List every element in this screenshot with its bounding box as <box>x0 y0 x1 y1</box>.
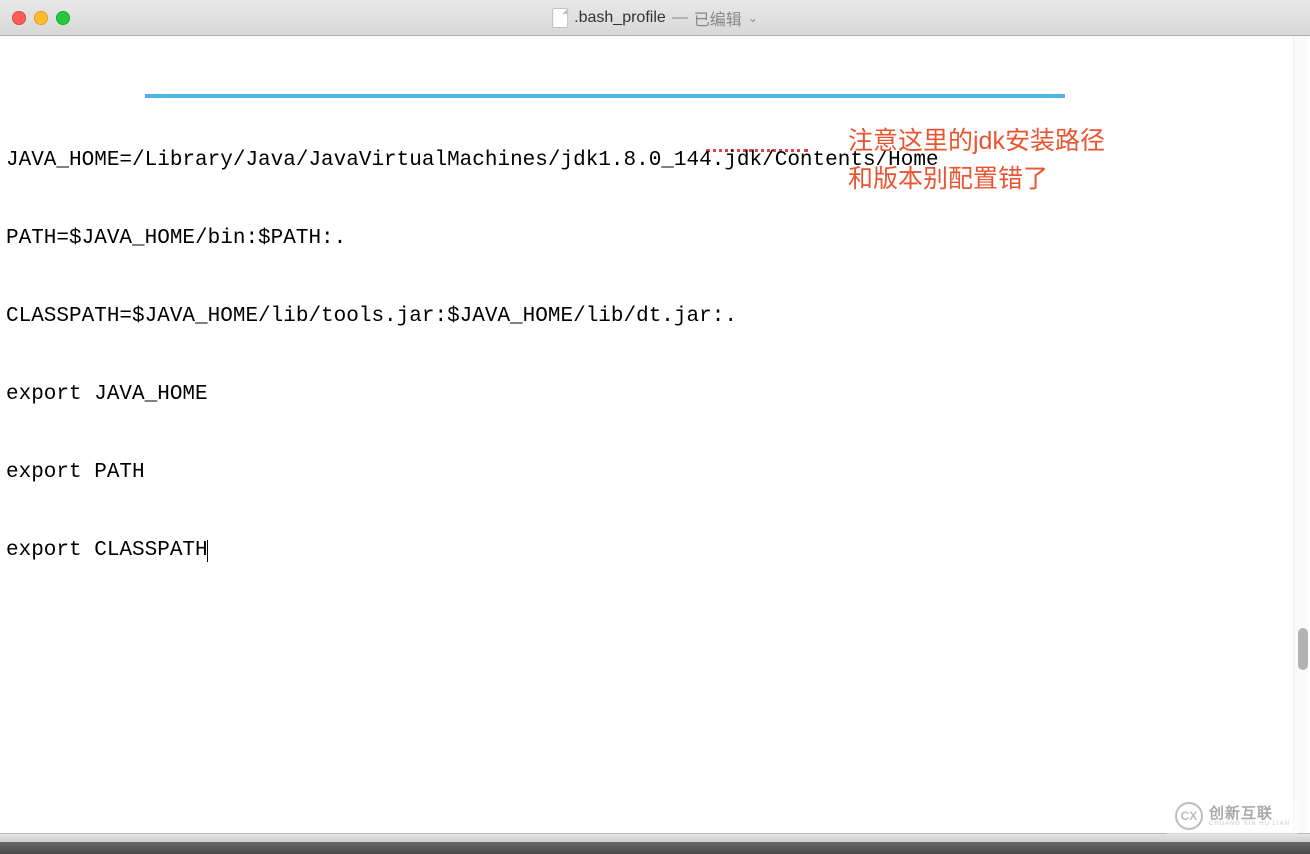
watermark-main: 创新互联 <box>1209 806 1290 821</box>
close-button[interactable] <box>12 11 26 25</box>
highlight-underline <box>145 94 1065 98</box>
file-icon <box>552 8 568 28</box>
window-titlebar: .bash_profile — 已编辑 ⌄ <box>0 0 1310 36</box>
code-line-3: CLASSPATH=$JAVA_HOME/lib/tools.jar:$JAVA… <box>6 304 1304 330</box>
zoom-button[interactable] <box>56 11 70 25</box>
annotation-line-2: 和版本别配置错了 <box>848 160 1105 198</box>
code-line-2: PATH=$JAVA_HOME/bin:$PATH:. <box>6 226 1304 252</box>
annotation-line-1: 注意这里的jdk安装路径 <box>848 122 1105 160</box>
bottom-status-bar <box>0 840 1310 854</box>
window-status: 已编辑 <box>694 6 742 30</box>
code-line-6-text: export CLASSPATH <box>6 539 208 562</box>
title-separator: — <box>672 9 688 27</box>
code-line-5: export PATH <box>6 460 1304 486</box>
scrollbar-thumb[interactable] <box>1298 628 1308 670</box>
annotation-callout: 注意这里的jdk安装路径 和版本别配置错了 <box>848 122 1105 198</box>
traffic-lights <box>0 11 70 25</box>
watermark-logo: CX 创新互联 CHUANG XIN HU LIAN <box>1167 798 1298 834</box>
chevron-down-icon[interactable]: ⌄ <box>748 11 758 25</box>
code-line-6: export CLASSPATH <box>6 538 1304 564</box>
scrollbar-track[interactable] <box>1293 36 1308 840</box>
window-filename: .bash_profile <box>574 9 666 27</box>
text-editor[interactable]: JAVA_HOME=/Library/Java/JavaVirtualMachi… <box>0 36 1310 840</box>
code-line-4: export JAVA_HOME <box>6 382 1304 408</box>
watermark-sub: CHUANG XIN HU LIAN <box>1209 821 1290 827</box>
watermark-badge-icon: CX <box>1175 802 1203 830</box>
code-line-1: JAVA_HOME=/Library/Java/JavaVirtualMachi… <box>6 148 1304 174</box>
text-cursor <box>207 540 208 562</box>
minimize-button[interactable] <box>34 11 48 25</box>
watermark-text: 创新互联 CHUANG XIN HU LIAN <box>1209 806 1290 827</box>
window-title[interactable]: .bash_profile — 已编辑 ⌄ <box>552 6 758 30</box>
